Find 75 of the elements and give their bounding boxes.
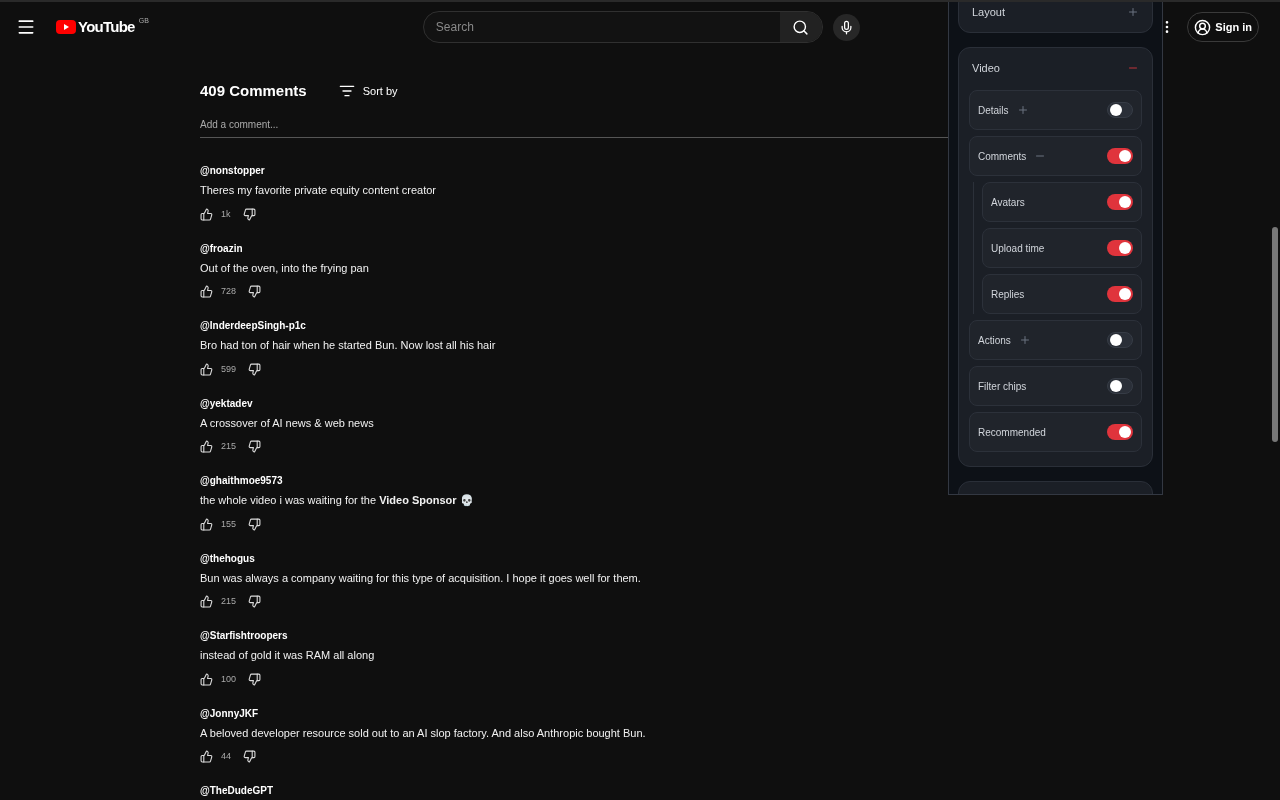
comment-text: Theres my favorite private equity content creator: [200, 183, 437, 198]
menu-icon[interactable]: [16, 17, 36, 37]
toggle-switch[interactable]: [1107, 286, 1133, 302]
comment-author[interactable]: @thehogus: [200, 550, 255, 566]
dislike-icon[interactable]: [248, 440, 262, 454]
like-icon[interactable]: [200, 440, 213, 454]
setting-label: Details: [978, 103, 1009, 118]
toggle-switch[interactable]: [1107, 194, 1133, 210]
setting-label: Replies: [991, 287, 1025, 302]
comment-text: A crossover of AI news & web news: [200, 415, 375, 431]
toggle-switch[interactable]: [1107, 148, 1133, 164]
comment-author[interactable]: @froazin: [200, 240, 243, 256]
like-icon[interactable]: [200, 207, 213, 221]
mic-icon: [838, 19, 854, 35]
dislike-icon[interactable]: [243, 750, 256, 764]
search-icon: [792, 18, 810, 36]
like-icon[interactable]: [200, 517, 213, 531]
setting-label: Actions: [978, 333, 1011, 348]
account-icon: [1194, 18, 1212, 36]
dislike-icon[interactable]: [248, 362, 262, 376]
setting-label: Upload time: [991, 241, 1045, 256]
search-button[interactable]: [779, 12, 822, 42]
logo-text[interactable]: YouTube: [78, 20, 135, 34]
comment-author[interactable]: @nonstopper: [200, 163, 265, 178]
like-count: 728: [221, 285, 237, 298]
expand-icon[interactable]: [1127, 6, 1139, 18]
like-count: 215: [221, 440, 237, 453]
toggle-switch[interactable]: [1107, 378, 1133, 394]
like-count: 155: [221, 517, 237, 531]
comment-text: Out of the oven, into the frying pan: [200, 260, 370, 276]
mic-button[interactable]: [832, 13, 860, 41]
setting-label: Comments: [978, 149, 1027, 164]
section-title[interactable]: Video: [972, 59, 1000, 77]
section-title[interactable]: Layout: [972, 3, 1006, 21]
comment-author[interactable]: @TheDudeGPT: [200, 783, 274, 798]
scrollbar-thumb[interactable]: [1272, 227, 1278, 442]
comment-text: instead of gold it was RAM all along: [200, 648, 376, 663]
comment-author[interactable]: @InderdeepSingh-p1c: [200, 318, 306, 333]
toggle-switch[interactable]: [1107, 424, 1133, 440]
setting-label: Avatars: [991, 195, 1025, 210]
toggle-switch[interactable]: [1107, 102, 1133, 118]
sort-button[interactable]: Sort by: [338, 82, 398, 100]
comment-author[interactable]: @JonnyJKF: [200, 705, 259, 721]
like-count: 599: [221, 362, 237, 376]
search-bar[interactable]: Search: [422, 11, 823, 43]
comment-author[interactable]: @ghaithmoe9573: [200, 473, 283, 488]
dislike-icon[interactable]: [242, 207, 256, 221]
dislike-icon[interactable]: [248, 672, 262, 686]
like-icon[interactable]: [200, 595, 213, 609]
comment-text: Bun was always a company waiting for this type of acquisition. I hope it goes well for them.: [200, 570, 642, 586]
comment-text: the whole video i was waiting for the Video Sponsor 💀: [200, 493, 475, 508]
like-icon[interactable]: [200, 362, 213, 376]
search-field[interactable]: Search: [423, 12, 780, 42]
comment-field[interactable]: Add a comment...: [200, 117, 948, 138]
dislike-icon[interactable]: [248, 285, 262, 299]
toggle-switch[interactable]: [1107, 332, 1133, 348]
like-icon[interactable]: [200, 285, 213, 299]
like-icon[interactable]: [200, 750, 213, 764]
like-count: 1k: [221, 207, 231, 221]
like-count: 44: [221, 750, 231, 763]
like-count: 100: [221, 672, 237, 686]
comment-author[interactable]: @Starfishtroopers: [200, 628, 288, 643]
comment-count: 409 Comments: [200, 80, 307, 101]
like-count: 215: [221, 595, 237, 608]
sort-icon: [338, 83, 355, 99]
comment-text: A beloved developer resource sold out to an AI slop factory. And also Anthropic bought Bun.: [200, 725, 647, 741]
dislike-icon[interactable]: [248, 517, 262, 531]
toggle-switch[interactable]: [1107, 240, 1133, 256]
comment-author[interactable]: @yektadev: [200, 395, 253, 411]
logo-icon[interactable]: [56, 20, 76, 34]
setting-label: Filter chips: [978, 379, 1027, 394]
like-icon[interactable]: [200, 672, 213, 686]
comment-text: Bro had ton of hair when he started Bun. Now lost all his hair: [200, 338, 497, 353]
dislike-icon[interactable]: [248, 595, 262, 609]
setting-label: Recommended: [978, 425, 1046, 440]
